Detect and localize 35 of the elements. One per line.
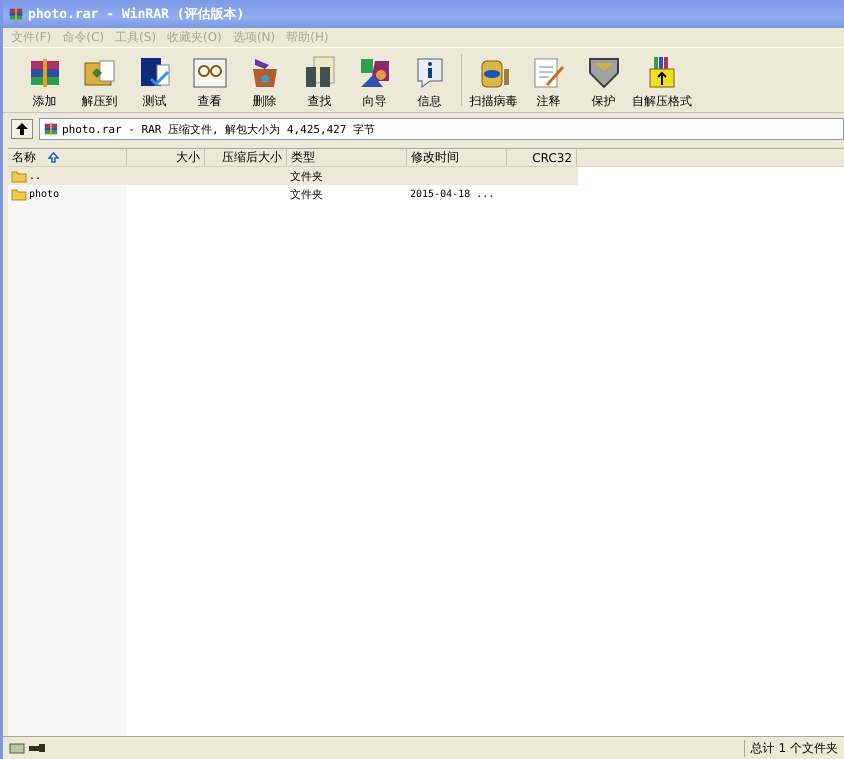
address-field[interactable]: photo.rar - RAR 压缩文件, 解包大小为 4,425,427 字节 [39,118,844,140]
file-row[interactable]: .. 文件夹 [8,167,578,185]
toolbar-button[interactable]: 向导 [347,55,402,110]
toolbar-button[interactable]: 扫描病毒 [466,55,521,110]
toolbar-button[interactable]: 查找 [292,55,347,110]
column-header[interactable]: 名称 [8,149,127,166]
table-cell: 2015-04-18 ... [410,188,494,200]
up-arrow-icon [15,122,29,136]
toolbar-button[interactable]: 添加 [17,55,72,110]
table-cell: 文件夹 [290,186,323,202]
toolbar-button[interactable]: 测试 [127,55,182,110]
window-title: photo.rar - WinRAR (评估版本) [28,6,244,23]
toolbar-button[interactable]: 查看 [182,55,237,110]
toolbar-button[interactable]: 信息 [402,55,457,110]
up-folder-button[interactable] [11,119,33,139]
column-header[interactable]: 修改时间 [407,149,507,166]
column-header[interactable]: 类型 [287,149,407,166]
books-icon [43,121,59,137]
status-text: 总计 1 个文件夹 [744,740,838,756]
file-name: photo [29,188,60,200]
file-name: .. [29,170,42,182]
toolbar-button[interactable]: 自解压格式 [631,55,693,110]
drive-key-icon [9,742,47,754]
toolbar-button[interactable]: 注释 [521,55,576,110]
file-row[interactable]: photo 文件夹 2015-04-18 ... [8,185,578,203]
toolbar-button[interactable]: 保护 [576,55,631,110]
toolbar-button[interactable]: 解压到 [72,55,127,110]
column-header[interactable]: CRC32 [507,149,577,166]
table-cell: 文件夹 [290,168,323,184]
sort-up-arrow-icon [48,152,59,163]
books-icon [8,6,24,22]
folder-icon [11,170,27,182]
column-header[interactable]: 大小 [127,149,205,166]
toolbar-button[interactable]: 删除 [237,55,292,110]
column-header[interactable]: 压缩后大小 [205,149,287,166]
